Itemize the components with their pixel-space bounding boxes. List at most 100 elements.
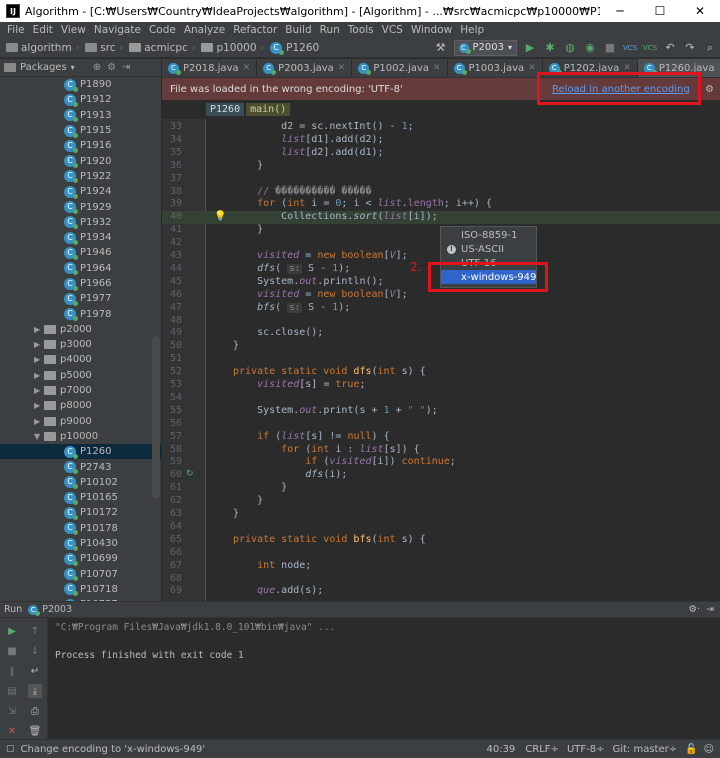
nav-crumb-p10000[interactable]: p10000	[195, 42, 260, 54]
menu-vcs[interactable]: VCS	[378, 24, 407, 36]
editor-tab[interactable]: CP1260.java✕	[637, 59, 720, 77]
nav-crumb-class[interactable]: C P1260	[264, 41, 323, 55]
menu-analyze[interactable]: Analyze	[180, 24, 229, 36]
tree-item-package[interactable]: ▼ p10000	[0, 429, 161, 444]
code-editor[interactable]: 33 d2 = sc.nextInt() - 1; 34 list[d1].add…	[162, 119, 720, 601]
breadcrumb-method[interactable]: main()	[246, 103, 291, 116]
print-icon[interactable]: ⎙	[28, 704, 42, 718]
tree-item-package[interactable]: ▶ p7000	[0, 383, 161, 398]
close-icon[interactable]: ✕	[5, 724, 19, 738]
tree-item-package[interactable]: ▶ p4000	[0, 352, 161, 367]
close-tab-icon[interactable]: ✕	[623, 63, 631, 73]
tree-item-class[interactable]: C P10178	[0, 521, 161, 536]
tree-item-class[interactable]: C P1932	[0, 215, 161, 230]
pause-icon[interactable]: ‖	[5, 664, 19, 678]
menu-help[interactable]: Help	[456, 24, 488, 36]
tree-item-class[interactable]: C P1929	[0, 199, 161, 215]
tree-item-package[interactable]: ▶ p2000	[0, 322, 161, 337]
nav-crumb-project[interactable]: algorithm	[0, 42, 76, 54]
nav-crumb-src[interactable]: src	[79, 42, 119, 54]
project-view-selector[interactable]: Packages	[20, 62, 67, 73]
editor-tab[interactable]: C P1202.java ✕	[543, 59, 638, 77]
settings-icon[interactable]: ⚙·	[688, 604, 700, 615]
chevron-right-icon[interactable]: ▶	[34, 355, 44, 364]
tree-item-class[interactable]: C P1912	[0, 92, 161, 107]
tree-item-class[interactable]: C P1964	[0, 261, 161, 276]
menu-refactor[interactable]: Refactor	[229, 24, 281, 36]
inspector-icon[interactable]: ☺	[704, 744, 714, 755]
chevron-right-icon[interactable]: ▶	[34, 401, 44, 410]
tree-item-class[interactable]: C P1890	[0, 77, 161, 92]
chevron-right-icon[interactable]: ▶	[34, 340, 44, 349]
console-output[interactable]: "C:₩Program Files₩Java₩jdk1.8.0_101₩bin₩…	[55, 618, 720, 740]
chevron-down-icon[interactable]: ▾	[71, 63, 75, 72]
tree-item-class[interactable]: C P10430	[0, 536, 161, 551]
close-button[interactable]: ✕	[680, 0, 720, 22]
menu-file[interactable]: File	[3, 24, 29, 36]
tree-item-class[interactable]: C P1920	[0, 153, 161, 169]
hide-icon[interactable]: ⇥	[122, 62, 130, 73]
status-encoding[interactable]: UTF-8÷	[567, 744, 605, 755]
vcs-update-icon[interactable]: VCS	[621, 39, 639, 57]
tree-item-package[interactable]: ▶ p9000	[0, 414, 161, 429]
close-tab-icon[interactable]: ✕	[243, 63, 251, 73]
scroll-down-icon[interactable]: ↓	[28, 644, 42, 658]
menu-run[interactable]: Run	[316, 24, 344, 36]
dump-threads-icon[interactable]: ▤	[5, 684, 19, 698]
profile-icon[interactable]: ◉	[581, 39, 599, 57]
status-git-branch[interactable]: Git: master÷	[612, 744, 677, 755]
chevron-right-icon[interactable]: ▶	[34, 371, 44, 380]
close-tab-icon[interactable]: ✕	[433, 63, 441, 73]
menu-tools[interactable]: Tools	[344, 24, 378, 36]
encoding-option[interactable]: ! US-ASCII	[441, 242, 536, 256]
reload-encoding-link[interactable]: Reload in another encoding	[552, 84, 690, 95]
run-tab-label[interactable]: Run	[4, 604, 22, 615]
coverage-icon[interactable]: ◍	[561, 39, 579, 57]
run-config-selector[interactable]: C P2003 ▾	[453, 39, 517, 56]
locate-icon[interactable]: ⊕	[93, 62, 101, 73]
run-icon[interactable]: ▶	[521, 39, 539, 57]
close-tab-icon[interactable]: ✕	[528, 63, 536, 73]
undo-icon[interactable]: ↶	[661, 39, 679, 57]
hide-icon[interactable]: ⇥	[706, 604, 714, 615]
status-caret-position[interactable]: 40:39	[486, 744, 515, 755]
tree-item-class[interactable]: C P10718	[0, 582, 161, 597]
tree-item-class[interactable]: C P10172	[0, 505, 161, 520]
menu-build[interactable]: Build	[281, 24, 315, 36]
scroll-to-end-icon[interactable]: ⤓	[28, 684, 42, 698]
gear-icon[interactable]: ⚙	[705, 84, 714, 95]
tree-item-class[interactable]: C P10102	[0, 475, 161, 490]
tree-item-class[interactable]: C P1916	[0, 138, 161, 153]
tree-item-class[interactable]: C P1978	[0, 306, 161, 322]
chevron-right-icon[interactable]: ▶	[34, 325, 44, 334]
breadcrumb-class[interactable]: P1260	[206, 103, 245, 116]
encoding-option[interactable]: UTF-16	[441, 256, 536, 270]
wrap-icon[interactable]: ↵	[28, 664, 42, 678]
chevron-right-icon[interactable]: ▶	[34, 417, 44, 426]
redo-icon[interactable]: ↷	[681, 39, 699, 57]
settings-icon[interactable]: ⚙	[107, 62, 116, 73]
tool-windows-icon[interactable]: ▢	[6, 744, 15, 754]
menu-navigate[interactable]: Navigate	[90, 24, 145, 36]
close-tab-icon[interactable]: ✕	[338, 63, 346, 73]
encoding-option[interactable]: x-windows-949	[441, 270, 536, 284]
restore-layout-icon[interactable]: ⇲	[5, 704, 19, 718]
tree-item-package[interactable]: ▶ p5000	[0, 368, 161, 383]
lock-icon[interactable]: 🔓	[685, 744, 697, 755]
tree-item-class[interactable]: C P10707	[0, 567, 161, 582]
status-line-separator[interactable]: CRLF÷	[525, 744, 559, 755]
tree-item-class[interactable]: C P10165	[0, 490, 161, 505]
stop-icon[interactable]: ■	[601, 39, 619, 57]
nav-crumb-acmicpc[interactable]: acmicpc	[123, 42, 192, 54]
rerun-icon[interactable]: ▶	[5, 624, 19, 638]
trash-icon[interactable]: 🗑	[28, 724, 42, 738]
minimize-button[interactable]: ─	[600, 0, 640, 22]
tree-item-package[interactable]: ▶ p3000	[0, 337, 161, 352]
encoding-option[interactable]: ISO-8859-1	[441, 228, 536, 242]
debug-icon[interactable]: ✱	[541, 39, 559, 57]
stop-icon[interactable]: ■	[5, 644, 19, 658]
lightbulb-icon[interactable]: 💡	[214, 211, 226, 222]
chevron-right-icon[interactable]: ▶	[34, 386, 44, 395]
menu-code[interactable]: Code	[145, 24, 180, 36]
chevron-down-icon[interactable]: ▼	[34, 432, 44, 441]
